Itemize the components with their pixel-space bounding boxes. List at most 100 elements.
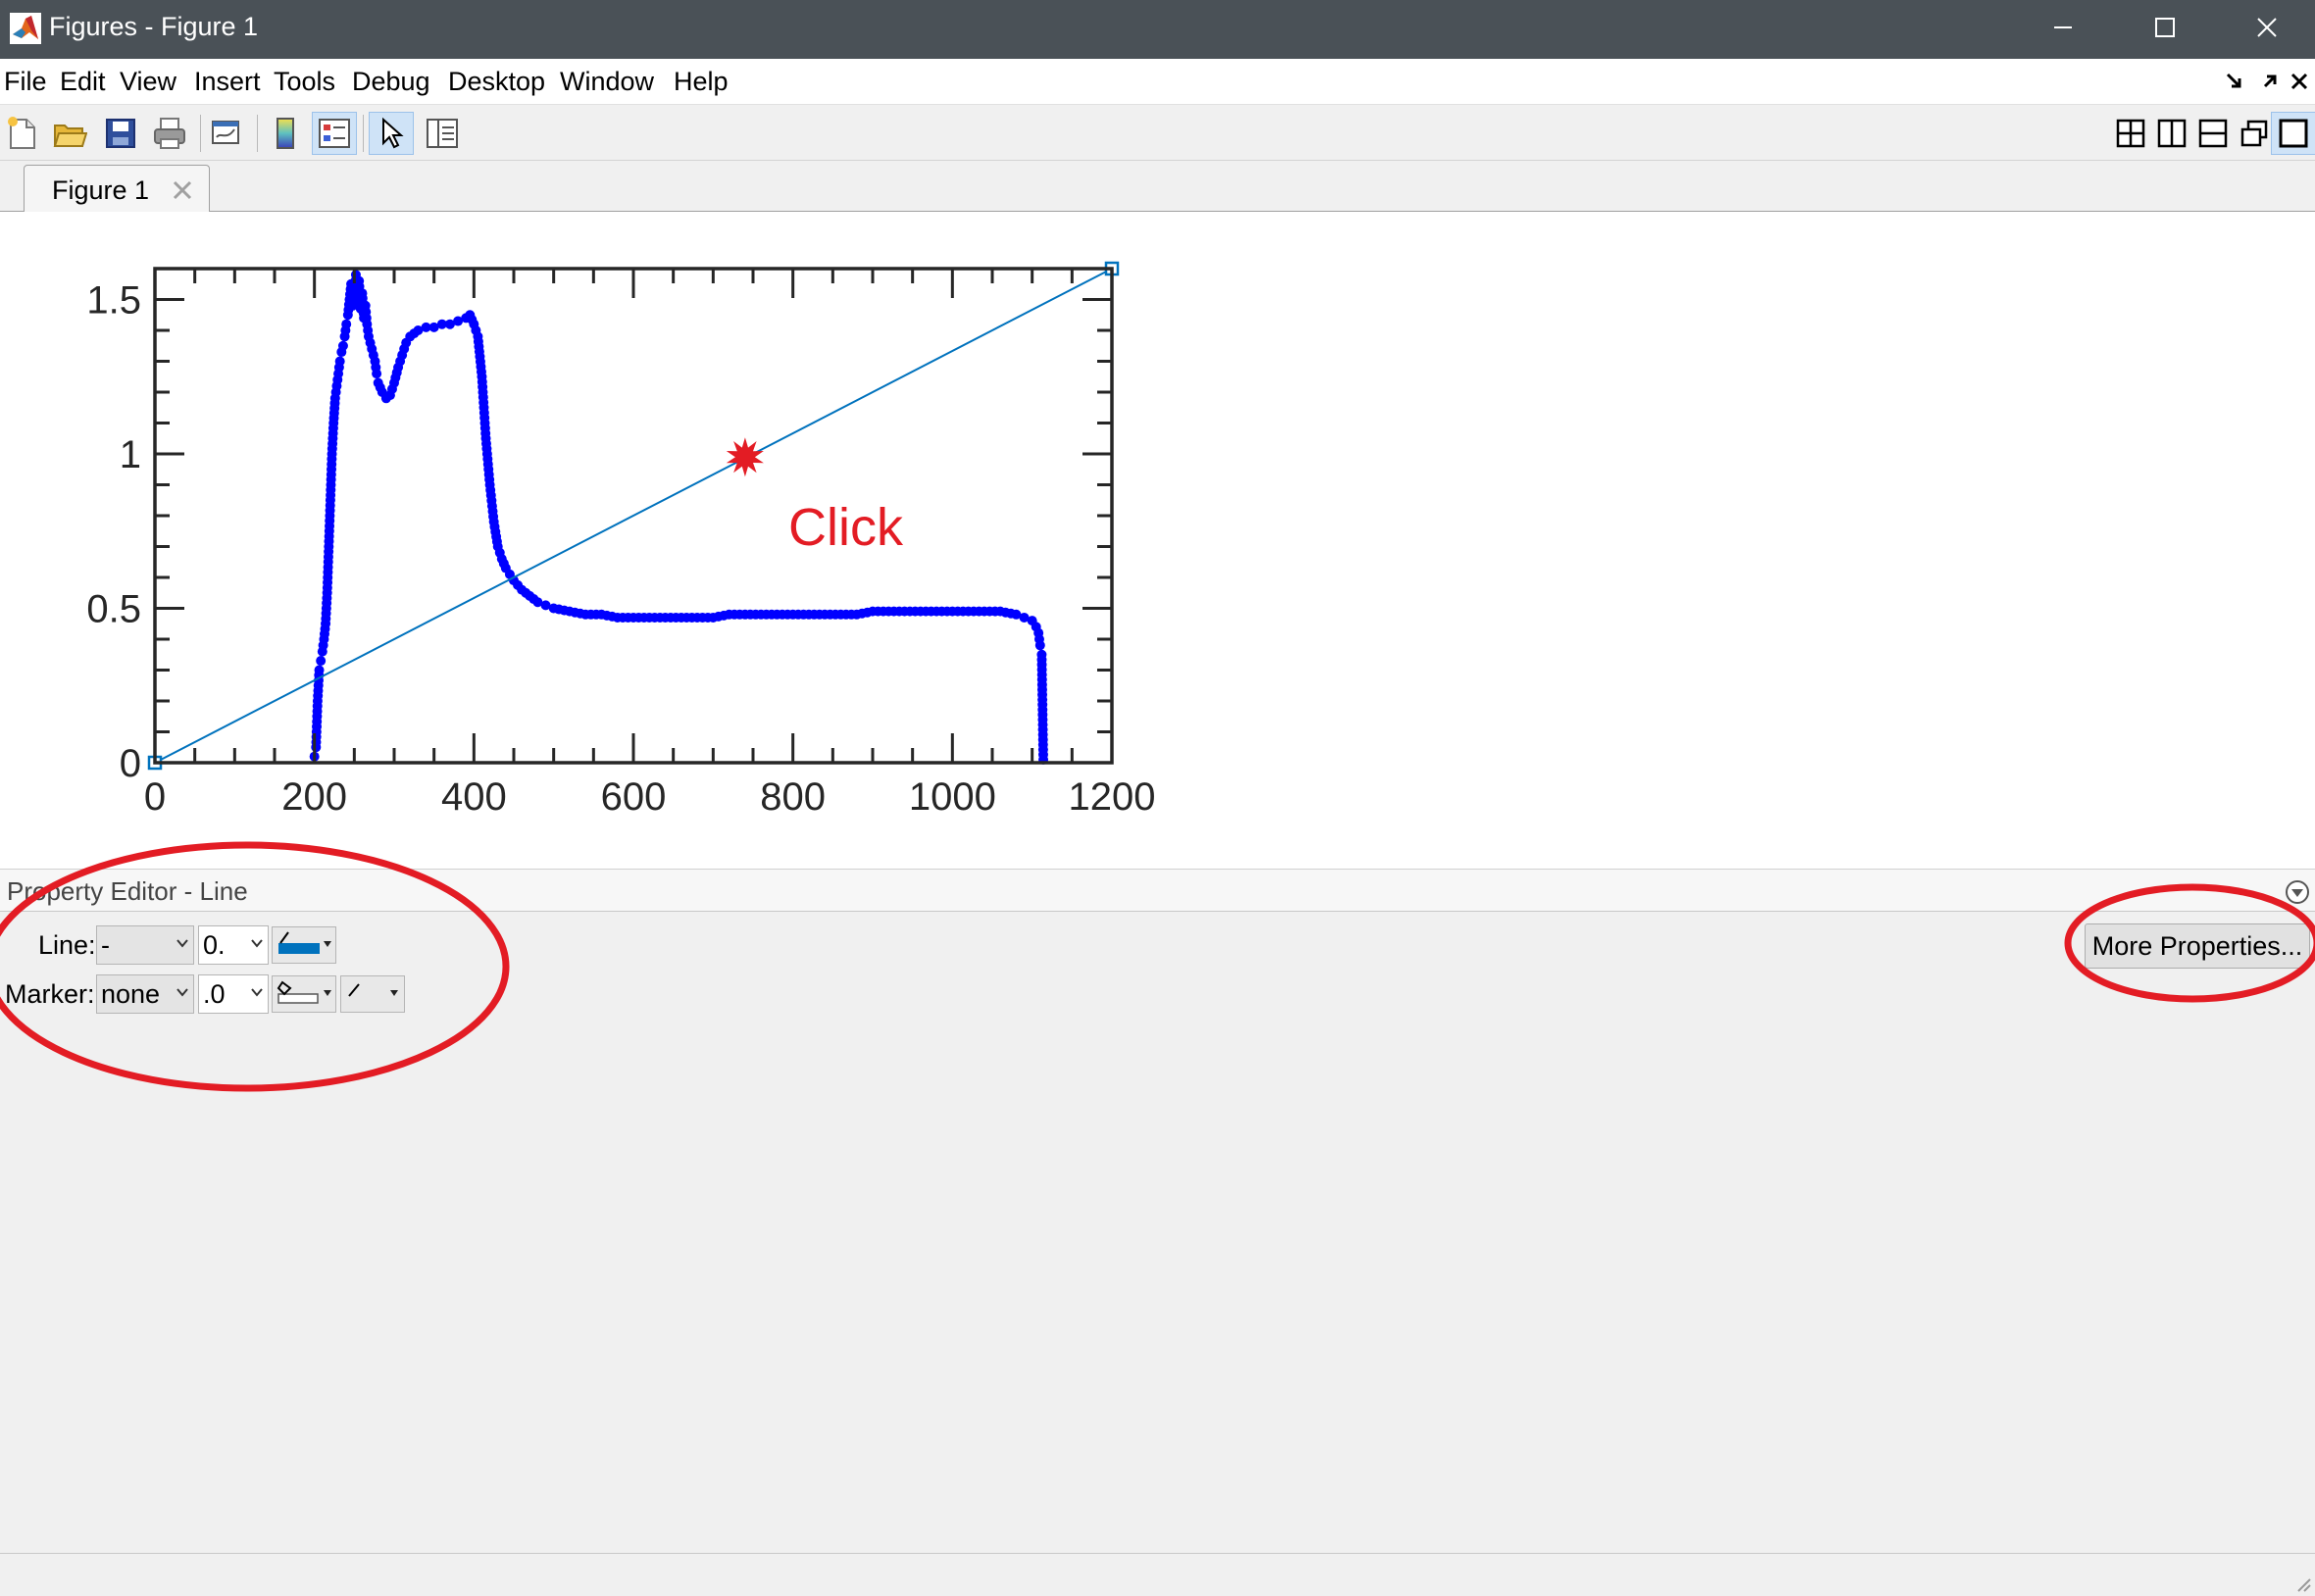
- print-icon: [154, 118, 185, 149]
- marker-face-color-button[interactable]: [272, 975, 336, 1013]
- more-properties-button[interactable]: More Properties...: [2085, 923, 2310, 969]
- pen-icon: [348, 983, 398, 997]
- save-button[interactable]: [98, 112, 143, 155]
- line-style-value: -: [101, 930, 110, 960]
- open-file-icon: [53, 125, 87, 147]
- figure-tab-strip: Figure 1: [0, 161, 2315, 213]
- figure-canvas: 0 200 400 600 800 1000 1200 0 0.5 1 1.5 Click: [0, 212, 2315, 869]
- marker-style-dropdown[interactable]: none: [96, 974, 194, 1014]
- marker-edge-color-button[interactable]: [340, 975, 405, 1013]
- y-tick-label: 0: [120, 742, 141, 785]
- y-tick-label: 0.5: [86, 588, 141, 631]
- legend-icon: [319, 119, 350, 148]
- paint-bucket-icon: [277, 980, 331, 1004]
- line-label: Line:: [38, 930, 96, 960]
- matlab-logo-icon: [10, 13, 41, 44]
- marker-size-value: .0: [203, 979, 226, 1009]
- data-point: [337, 340, 348, 351]
- menu-file[interactable]: File: [4, 67, 47, 97]
- maximize-figure-icon: [2279, 119, 2308, 148]
- menu-help[interactable]: Help: [674, 67, 729, 97]
- new-figure-button[interactable]: [0, 112, 45, 155]
- data-point: [1034, 640, 1045, 651]
- click-starburst-marker: [726, 437, 764, 477]
- marker-label: Marker:: [5, 979, 95, 1009]
- menu-desktop[interactable]: Desktop: [448, 67, 545, 97]
- close-figure-icon[interactable]: [2289, 71, 2310, 92]
- menu-debug[interactable]: Debug: [352, 67, 430, 97]
- dock-icon[interactable]: [2224, 71, 2245, 92]
- property-editor-button[interactable]: [420, 112, 465, 155]
- menu-edit[interactable]: Edit: [60, 67, 106, 97]
- status-bar: [0, 1553, 2315, 1596]
- close-icon: [2257, 18, 2277, 37]
- collapse-icon[interactable]: [2285, 879, 2310, 905]
- left-right-icon: [2157, 119, 2187, 148]
- tab-label: Figure 1: [52, 175, 150, 205]
- float-icon: [2240, 120, 2268, 147]
- menu-view[interactable]: View: [120, 67, 176, 97]
- undock-icon[interactable]: [2259, 71, 2281, 92]
- menu-tools[interactable]: Tools: [274, 67, 335, 97]
- x-tick-label: 600: [601, 775, 667, 819]
- line-width-dropdown[interactable]: 0.: [198, 925, 269, 965]
- marker-style-value: none: [101, 979, 161, 1009]
- close-button[interactable]: [2216, 0, 2315, 55]
- menu-window[interactable]: Window: [560, 67, 654, 97]
- link-plot-icon: [212, 121, 239, 144]
- figure-toolbar: [0, 104, 2315, 161]
- x-tick-label: 800: [760, 775, 826, 819]
- top-bottom-icon: [2198, 119, 2228, 148]
- edit-plot-button[interactable]: [369, 112, 414, 155]
- property-editor-icon: [427, 119, 458, 148]
- new-figure-icon: [8, 117, 35, 149]
- data-point: [341, 319, 352, 329]
- tab-figure-1[interactable]: Figure 1: [24, 165, 210, 213]
- chevron-down-icon: [251, 988, 263, 997]
- property-editor-header: Property Editor - Line: [0, 869, 2315, 912]
- toolbar-separator: [257, 115, 258, 152]
- data-point: [314, 665, 325, 675]
- maximize-button[interactable]: [2114, 0, 2216, 55]
- print-button[interactable]: [147, 112, 192, 155]
- title-bar: Figures - Figure 1: [0, 0, 2315, 59]
- save-icon: [106, 119, 135, 148]
- x-tick-label: 1000: [909, 775, 996, 819]
- x-tick-label: 0: [144, 775, 166, 819]
- menu-insert[interactable]: Insert: [194, 67, 261, 97]
- window-title: Figures - Figure 1: [49, 12, 259, 41]
- line-color-button[interactable]: [272, 926, 336, 964]
- link-plot-button[interactable]: [204, 112, 249, 155]
- open-file-button[interactable]: [47, 112, 92, 155]
- colorbar-button[interactable]: [263, 112, 308, 155]
- data-point: [316, 656, 327, 667]
- plot-axes[interactable]: 0 200 400 600 800 1000 1200 0 0.5 1 1.5 Click: [0, 212, 2315, 869]
- marker-size-dropdown[interactable]: .0: [198, 974, 269, 1014]
- matlab-figure-window: { "window": { "title": "Figures - Figure…: [0, 0, 2315, 1596]
- x-tick-label: 1200: [1069, 775, 1156, 819]
- data-point: [334, 356, 345, 367]
- y-tick-label: 1: [120, 433, 141, 476]
- minimize-button[interactable]: [2012, 0, 2114, 55]
- x-tick-label: 200: [281, 775, 347, 819]
- selected-line: [154, 268, 1113, 764]
- y-tick-label: 1.5: [86, 279, 141, 323]
- top-bottom-button[interactable]: [2190, 112, 2236, 155]
- toolbar-separator: [363, 115, 364, 152]
- minimize-icon: [2054, 26, 2072, 28]
- line-style-dropdown[interactable]: -: [96, 925, 194, 965]
- paint-brush-icon: [278, 931, 331, 954]
- chevron-down-icon: [176, 988, 188, 997]
- legend-button[interactable]: [312, 112, 357, 155]
- resize-grip-icon[interactable]: [2294, 1575, 2312, 1593]
- chevron-down-icon: [176, 939, 188, 948]
- maximize-figure-button[interactable]: [2271, 112, 2315, 155]
- chevron-down-icon: [251, 939, 263, 948]
- click-annotation-text: Click: [788, 498, 904, 557]
- toolbar-separator: [200, 115, 201, 152]
- x-tick-label: 400: [441, 775, 507, 819]
- tab-close-icon[interactable]: [172, 179, 193, 201]
- left-right-button[interactable]: [2149, 112, 2194, 155]
- tile-grid-button[interactable]: [2108, 112, 2153, 155]
- property-editor-title: Property Editor - Line: [7, 876, 248, 906]
